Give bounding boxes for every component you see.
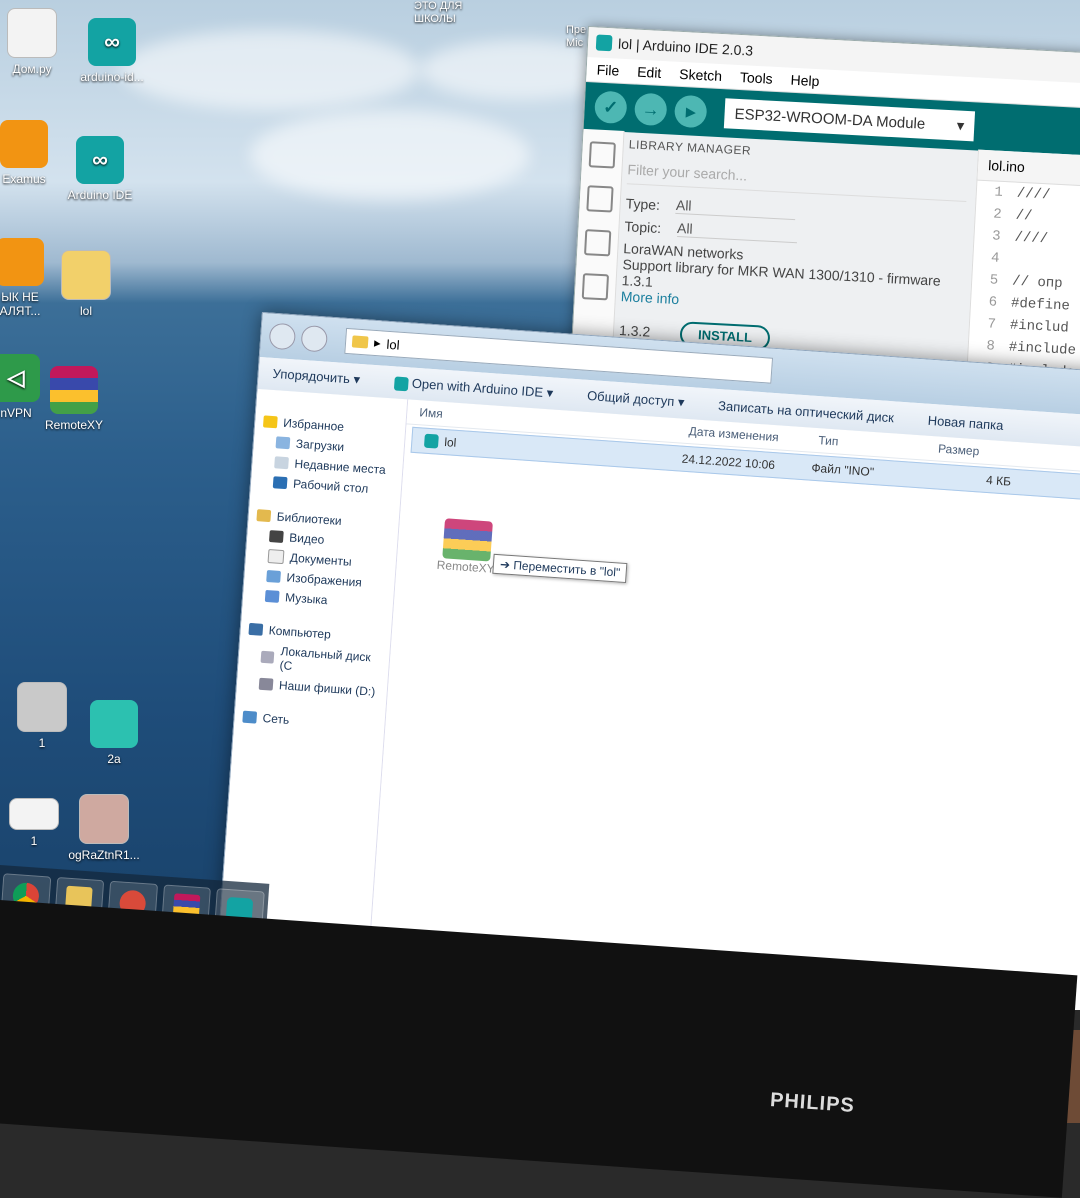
desktop-icon-ograztnr[interactable]: ogRaZtnR1...	[64, 794, 144, 862]
desktop-icon-arduino-id[interactable]: ∞ arduino-id...	[72, 18, 152, 84]
image-icon	[17, 682, 67, 732]
desktop-icon	[272, 476, 288, 490]
share-button[interactable]: Общий доступ ▾	[587, 388, 685, 411]
folder-icon	[61, 250, 111, 300]
chevron-down-icon: ▾	[956, 117, 965, 135]
open-with-arduino-button[interactable]: Open with Arduino IDE ▾	[393, 374, 554, 401]
winrar-icon	[50, 366, 98, 414]
back-button[interactable]	[268, 322, 297, 351]
desktop-icon-arduino-ide[interactable]: ∞ Arduino IDE	[60, 136, 140, 202]
file-date: 24.12.2022 10:06	[681, 451, 776, 473]
column-size[interactable]: Размер	[938, 442, 1019, 462]
column-date[interactable]: Дата изменения	[688, 424, 819, 447]
disk-icon	[260, 650, 275, 664]
desktop-icon-2a[interactable]: 2a	[74, 700, 154, 766]
arduino-file-icon	[423, 434, 439, 450]
pin-icon	[0, 238, 44, 286]
file-list: Имя Дата изменения Тип Размер lol 24.12.…	[361, 399, 1080, 1010]
chevron-right-icon: ▸	[373, 334, 382, 351]
menu-edit[interactable]: Edit	[637, 64, 662, 81]
computer-icon	[248, 622, 264, 636]
explorer-window[interactable]: ▸ lol Упорядочить ▾ Open with Arduino IDE…	[210, 312, 1080, 1010]
recent-places-icon	[274, 456, 289, 470]
music-icon	[264, 589, 280, 603]
file-type: Файл "INO"	[810, 460, 875, 480]
desktop-label: ЭТО ДЛЯ ШКОЛЫ	[414, 0, 463, 25]
topic-select[interactable]: All	[676, 219, 798, 244]
desktop-icon-1[interactable]: 1	[2, 682, 82, 750]
desktop-icon-lol[interactable]: lol	[46, 250, 126, 318]
document-icon	[7, 8, 57, 58]
image-icon	[90, 700, 138, 748]
upload-button[interactable]: →	[633, 92, 668, 127]
drag-tooltip: ➔ Переместить в "lol"	[492, 553, 628, 584]
board-manager-icon[interactable]	[586, 185, 614, 213]
dragged-item[interactable]: RemoteXY	[436, 518, 498, 576]
verify-button[interactable]: ✓	[593, 90, 628, 125]
new-folder-button[interactable]: Новая папка	[927, 412, 1004, 432]
menu-help[interactable]: Help	[790, 72, 820, 89]
arduino-icon: ∞	[88, 18, 136, 66]
debug-button[interactable]: ▸	[673, 94, 708, 129]
usb-drive-icon	[258, 677, 274, 691]
menu-sketch[interactable]: Sketch	[679, 66, 723, 84]
board-selector[interactable]: ESP32-WROOM-DA Module ▾	[723, 98, 976, 142]
desktop-icon-1b[interactable]: 1	[0, 798, 74, 848]
pin-icon	[0, 120, 48, 168]
images-icon	[266, 569, 281, 583]
folder-icon	[351, 335, 369, 349]
organize-button[interactable]: Упорядочить ▾	[272, 366, 360, 388]
burn-button[interactable]: Записать на оптический диск	[718, 398, 895, 425]
menu-tools[interactable]: Tools	[740, 69, 773, 87]
address-path: lol	[386, 336, 401, 353]
debug-icon[interactable]	[581, 273, 610, 301]
library-manager-icon[interactable]	[584, 229, 612, 257]
video-icon	[268, 530, 284, 544]
star-icon	[262, 415, 278, 429]
type-label: Type:	[625, 194, 661, 213]
board-name: ESP32-WROOM-DA Module	[734, 105, 926, 133]
cloud	[250, 110, 530, 200]
file-size: 4 КБ	[985, 472, 1012, 489]
documents-icon	[267, 549, 285, 565]
desktop-screen: ЭТО ДЛЯ ШКОЛЫ Пре Mic Дом.ру ∞ arduino-id…	[0, 0, 1080, 1010]
desktop-icon-remotexy[interactable]: RemoteXY	[34, 366, 114, 432]
column-type[interactable]: Тип	[818, 433, 939, 455]
network-icon	[242, 710, 258, 724]
winrar-icon	[442, 518, 493, 562]
menu-file[interactable]: File	[596, 62, 619, 79]
type-select[interactable]: All	[675, 196, 797, 221]
forward-button[interactable]	[300, 324, 329, 353]
folder-icon[interactable]	[588, 141, 616, 169]
arduino-icon: ∞	[76, 136, 124, 184]
library-search-input[interactable]: Filter your search...	[626, 161, 968, 203]
arduino-logo-icon	[595, 34, 613, 52]
cloud	[120, 30, 420, 110]
ide-title: lol | Arduino IDE 2.0.3	[617, 35, 754, 59]
nav-network[interactable]: Сеть	[234, 706, 385, 736]
libraries-icon	[256, 509, 272, 523]
image-icon	[79, 794, 129, 844]
desktop-icon-domru[interactable]: Дом.ру	[0, 8, 72, 76]
image-icon	[9, 798, 59, 830]
library-manager-panel: LIBRARY MANAGER Filter your search... Ty…	[618, 137, 968, 361]
desktop-icon-examus[interactable]: Examus	[0, 120, 64, 186]
topic-label: Topic:	[624, 217, 662, 236]
arduino-icon	[393, 375, 409, 391]
downloads-icon	[275, 436, 291, 450]
